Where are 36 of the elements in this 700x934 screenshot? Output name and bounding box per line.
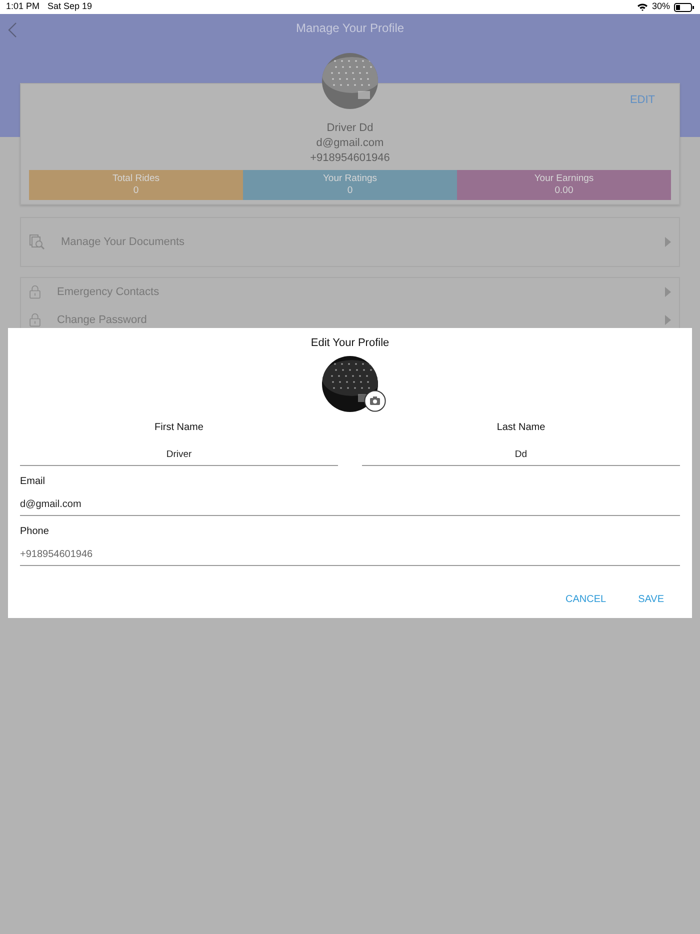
screen-title: Manage Your Profile bbox=[296, 20, 404, 37]
profile-phone: +918954601946 bbox=[310, 151, 390, 166]
battery-level: 30% bbox=[652, 0, 670, 14]
stat-value: 0 bbox=[346, 185, 354, 197]
chevron-icon bbox=[665, 315, 671, 325]
stat-label: Your Earnings bbox=[533, 173, 595, 185]
field-label: Last Name bbox=[496, 420, 546, 434]
menu-item[interactable]: Change Password bbox=[21, 306, 679, 334]
cancel-button[interactable]: CANCEL bbox=[561, 590, 610, 609]
lock-icon bbox=[29, 285, 41, 299]
menu-item[interactable]: Manage Your Documents bbox=[21, 218, 679, 266]
battery-icon bbox=[674, 2, 694, 12]
clock-time: 1:01 PM bbox=[6, 0, 40, 14]
dialog-title: Edit Your Profile bbox=[310, 337, 390, 349]
stat-value: 0.00 bbox=[554, 185, 574, 197]
save-button[interactable]: SAVE bbox=[634, 590, 668, 609]
field-label: Phone bbox=[20, 524, 50, 539]
field-label: First Name bbox=[154, 420, 204, 434]
stat-label: Total Rides bbox=[112, 173, 160, 185]
lock-icon bbox=[29, 313, 41, 327]
field-label: Email bbox=[20, 474, 46, 489]
menu-item[interactable]: Emergency Contacts bbox=[21, 278, 679, 306]
stat-label: Your Ratings bbox=[322, 173, 378, 185]
status-date: Sat Sep 19 bbox=[48, 0, 92, 14]
input-field[interactable]: Driver bbox=[20, 444, 338, 466]
documents-icon bbox=[29, 234, 45, 250]
stat-value: 0 bbox=[132, 185, 140, 197]
profile-name: Driver Dd bbox=[326, 121, 374, 136]
input-field[interactable]: d@gmail.com bbox=[20, 492, 680, 516]
edit-button[interactable]: EDIT bbox=[630, 92, 655, 108]
wifi-icon bbox=[636, 3, 648, 11]
chevron-icon bbox=[665, 287, 671, 297]
profile-email: d@gmail.com bbox=[316, 136, 384, 151]
chevron-icon bbox=[665, 237, 671, 247]
input-field[interactable]: Dd bbox=[362, 444, 680, 466]
camera-icon[interactable] bbox=[364, 390, 386, 412]
